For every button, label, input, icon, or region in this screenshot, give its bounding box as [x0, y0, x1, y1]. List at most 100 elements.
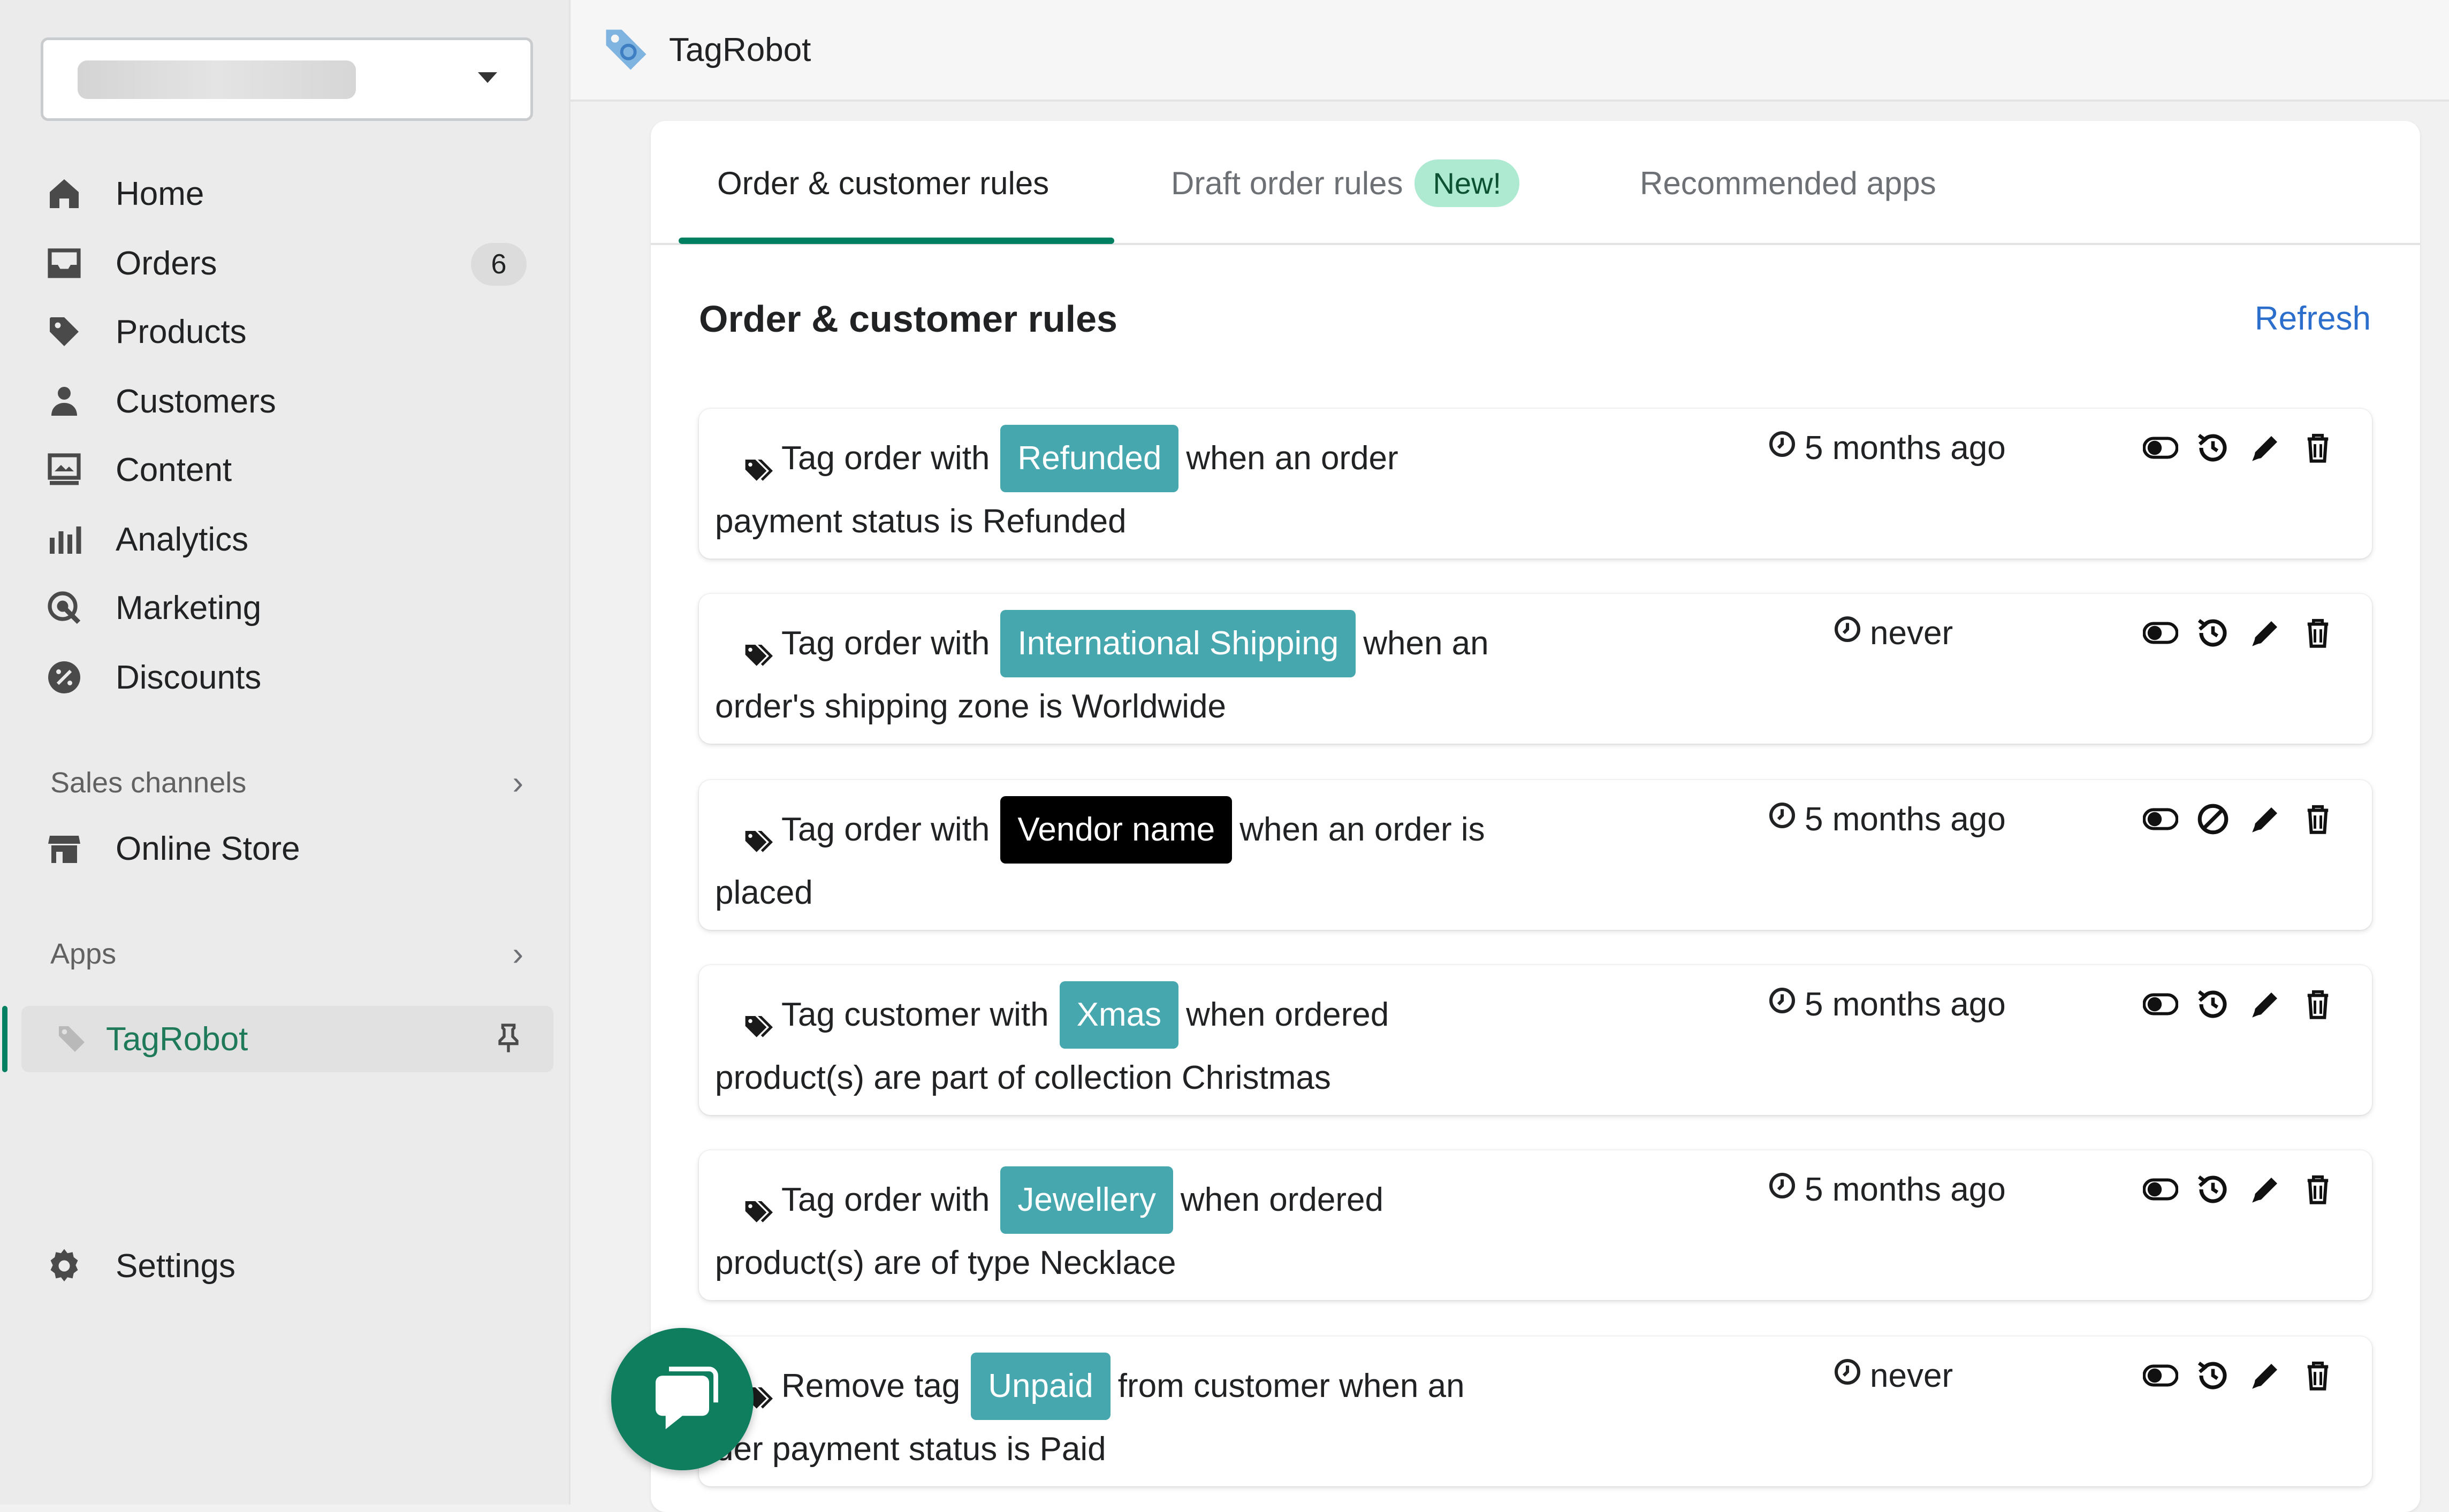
nav-item-products[interactable]: Products	[45, 300, 527, 364]
rule-prefix: Tag order with	[781, 625, 990, 662]
refresh-link[interactable]: Refresh	[2255, 300, 2371, 338]
history-icon[interactable]	[2194, 986, 2232, 1023]
tab-recommended-apps[interactable]: Recommended apps	[1640, 121, 1936, 245]
tagrobot-logo-icon	[52, 1011, 91, 1067]
pencil-icon[interactable]	[2247, 1171, 2284, 1208]
nav-label: Discounts	[116, 659, 262, 696]
history-icon[interactable]	[2194, 429, 2232, 467]
marketing-icon	[45, 580, 101, 636]
chat-icon	[656, 1366, 718, 1430]
last-run: 5 months ago	[1767, 800, 2006, 838]
history-icon[interactable]	[2194, 1357, 2232, 1394]
section-label: Apps	[50, 938, 117, 970]
trash-icon[interactable]	[2299, 614, 2337, 652]
nav-label: Analytics	[116, 521, 249, 558]
nav-item-customers[interactable]: Customers	[45, 369, 527, 433]
chat-button[interactable]	[611, 1328, 754, 1470]
rule-condition-detail: der payment status is Paid	[715, 1431, 1106, 1468]
trash-icon[interactable]	[2299, 429, 2337, 467]
tab-draft-order-rules[interactable]: Draft order rules New!	[1171, 121, 1520, 245]
nav-item-analytics[interactable]: Analytics	[45, 507, 527, 571]
trash-icon[interactable]	[2299, 986, 2337, 1023]
rule-prefix: Tag order with	[781, 1181, 990, 1218]
history-icon[interactable]	[2194, 1171, 2232, 1208]
app-title: TagRobot	[669, 31, 811, 68]
tags-icon	[743, 631, 780, 666]
nav-item-online-store[interactable]: Online Store	[45, 816, 527, 881]
rule-actions	[2127, 614, 2337, 652]
tag-chip: Refunded	[1000, 425, 1179, 492]
last-run-label: 5 months ago	[1805, 430, 2006, 467]
nav-item-home[interactable]: Home	[45, 162, 527, 226]
toggle-icon[interactable]	[2142, 800, 2179, 838]
rule-condition: when an order is	[1239, 811, 1485, 848]
trash-icon[interactable]	[2299, 1171, 2337, 1208]
apps-header[interactable]: Apps ›	[50, 930, 527, 978]
trash-icon[interactable]	[2299, 1357, 2337, 1394]
sales-channels-header[interactable]: Sales channels ›	[50, 759, 527, 807]
section-label: Sales channels	[50, 767, 247, 799]
rule-description: Tag order with Vendor name when an order i…	[715, 796, 1582, 922]
pencil-icon[interactable]	[2247, 614, 2284, 652]
active-indicator	[2, 1006, 7, 1072]
person-icon	[45, 373, 101, 429]
nav-label: Settings	[116, 1247, 236, 1285]
pencil-icon[interactable]	[2247, 1357, 2284, 1394]
nav-item-content[interactable]: Content	[45, 438, 527, 502]
nav-item-orders[interactable]: Orders 6	[45, 231, 527, 295]
last-run: never	[1832, 1357, 1953, 1395]
toggle-icon[interactable]	[2142, 1357, 2179, 1394]
nav-label: Customers	[116, 383, 276, 420]
nav-label: Orders	[116, 245, 217, 282]
new-badge: New!	[1414, 159, 1520, 207]
rule-prefix: Tag customer with	[781, 996, 1049, 1033]
toggle-icon[interactable]	[2142, 614, 2179, 652]
tab-label: Draft order rules	[1171, 165, 1403, 201]
toggle-icon[interactable]	[2142, 1171, 2179, 1208]
store-name-blurred	[78, 60, 356, 99]
rule-row: Tag order with Refunded when an order payme…	[699, 409, 2372, 559]
rule-row: Tag customer with Xmas when ordered product…	[699, 965, 2372, 1115]
trash-icon[interactable]	[2299, 800, 2337, 838]
rule-row: Tag order with Vendor name when an order i…	[699, 780, 2372, 930]
tags-icon	[743, 1187, 780, 1223]
nav-item-marketing[interactable]: Marketing	[45, 576, 527, 640]
rule-description: Tag order with Jewellery when ordered produ…	[715, 1166, 1582, 1293]
rule-actions	[2127, 986, 2337, 1023]
tab-order-customer-rules[interactable]: Order & customer rules	[717, 121, 1049, 245]
rules-card: Order & customer rules Draft order rules…	[651, 121, 2420, 1512]
nav-label: Home	[116, 175, 204, 212]
tags-icon	[743, 1002, 780, 1037]
tags-icon	[743, 817, 780, 852]
rule-actions	[2127, 1171, 2337, 1208]
app-header: TagRobot	[571, 0, 2449, 102]
tag-chip: Unpaid	[971, 1353, 1111, 1420]
clock-icon	[1767, 800, 1805, 838]
last-run: 5 months ago	[1767, 1171, 2006, 1209]
sidebar: Home Orders 6 Products Customers Content…	[0, 0, 571, 1505]
clock-icon	[1832, 614, 1870, 652]
rule-actions	[2127, 429, 2337, 467]
pencil-icon[interactable]	[2247, 800, 2284, 838]
nav-item-discounts[interactable]: Discounts	[45, 645, 527, 709]
no-history-icon[interactable]	[2194, 800, 2232, 838]
rule-condition-detail: product(s) are of type Necklace	[715, 1244, 1176, 1281]
pencil-icon[interactable]	[2247, 986, 2284, 1023]
rule-prefix: Remove tag	[781, 1368, 961, 1404]
history-icon[interactable]	[2194, 614, 2232, 652]
tagrobot-logo-icon	[599, 23, 653, 77]
nav-label: Online Store	[116, 830, 300, 867]
last-run-label: 5 months ago	[1805, 1171, 2006, 1208]
pin-icon[interactable]	[491, 1021, 526, 1055]
clock-icon	[1767, 1171, 1805, 1209]
tag-chip: Vendor name	[1000, 796, 1233, 864]
nav-item-tagrobot[interactable]: TagRobot	[2, 1006, 553, 1072]
store-selector[interactable]	[41, 37, 533, 121]
toggle-icon[interactable]	[2142, 429, 2179, 467]
clock-icon	[1767, 429, 1805, 467]
toggle-icon[interactable]	[2142, 986, 2179, 1023]
nav-item-settings[interactable]: Settings	[45, 1234, 527, 1298]
tag-chip: Jewellery	[1000, 1166, 1173, 1234]
pencil-icon[interactable]	[2247, 429, 2284, 467]
discount-icon	[45, 650, 101, 705]
